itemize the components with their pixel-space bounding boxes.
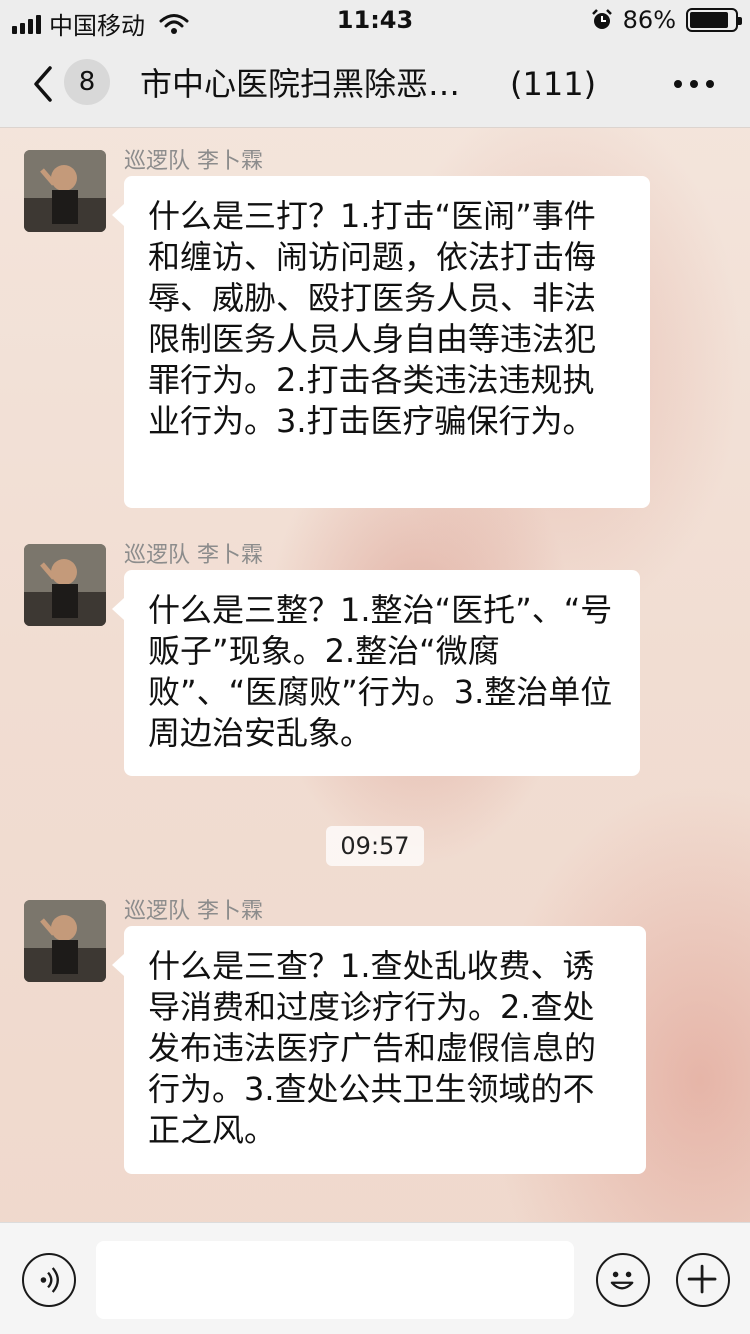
message-bubble[interactable]: 什么是三整？1.整治“医托”、“号贩子”现象。2.整治“微腐败”、“医腐败”行为… xyxy=(112,570,640,776)
unread-count-badge[interactable]: 8 xyxy=(64,59,110,105)
plus-icon[interactable] xyxy=(676,1253,730,1307)
battery-fill xyxy=(690,12,728,28)
message-input[interactable] xyxy=(96,1241,574,1319)
avatar[interactable] xyxy=(24,900,106,982)
battery-icon xyxy=(686,8,742,32)
voice-icon[interactable] xyxy=(22,1253,76,1307)
chat-nav-bar: 8 市中心医院扫黑除恶专… (111) xyxy=(0,40,750,128)
status-bar: 中国移动 11:43 86% xyxy=(0,0,750,40)
more-dots-icon[interactable] xyxy=(674,80,714,88)
status-right: 86% xyxy=(591,6,742,34)
sender-name: 巡逻队 李卜霖 xyxy=(124,149,263,174)
chat-title: 市中心医院扫黑除恶专… xyxy=(140,65,480,103)
emoji-icon[interactable] xyxy=(596,1253,650,1307)
sender-name: 巡逻队 李卜霖 xyxy=(124,543,263,568)
chevron-left-icon[interactable] xyxy=(28,62,58,106)
message-bubble[interactable]: 什么是三查？1.查处乱收费、诱导消费和过度诊疗行为。2.查处发布违法医疗广告和虚… xyxy=(112,926,646,1174)
sender-name: 巡逻队 李卜霖 xyxy=(124,899,263,924)
chat-input-bar xyxy=(0,1222,750,1334)
time-divider: 09:57 xyxy=(326,826,424,866)
member-count: (111) xyxy=(510,65,597,103)
avatar[interactable] xyxy=(24,150,106,232)
alarm-icon xyxy=(591,9,612,29)
battery-percent: 86% xyxy=(622,6,676,34)
message-bubble[interactable]: 什么是三打？1.打击“医闹”事件和缠访、闹访问题，依法打击侮辱、威胁、殴打医务人… xyxy=(112,176,650,508)
avatar[interactable] xyxy=(24,544,106,626)
